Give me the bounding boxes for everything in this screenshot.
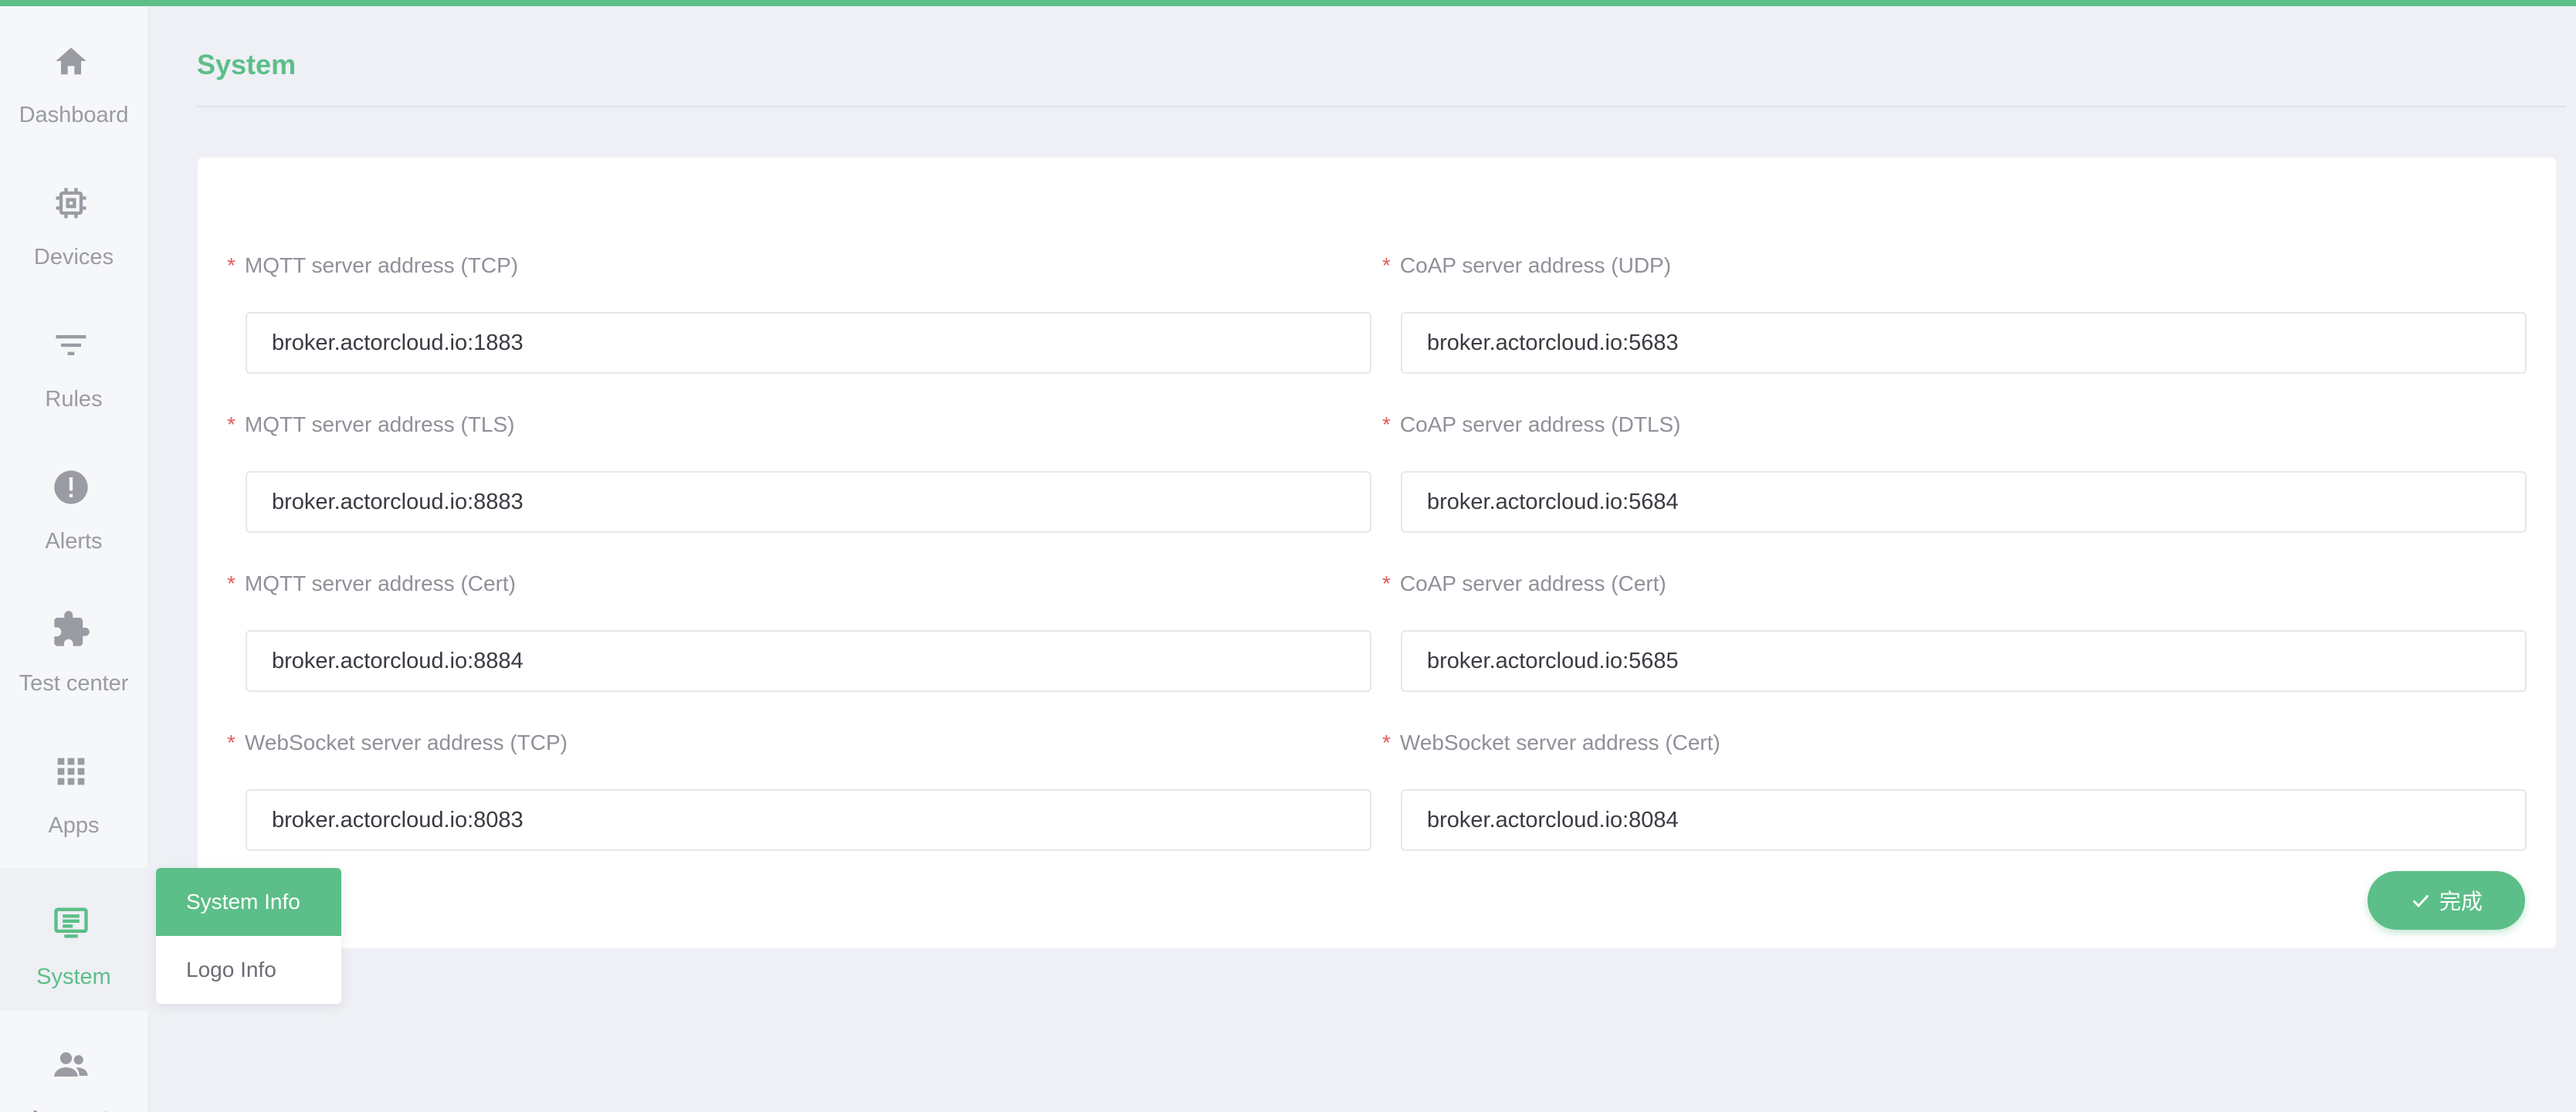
form-field-mqtt-tls: * MQTT server address (TLS) [227,411,1371,542]
field-label: * WebSocket server address (Cert) [1382,731,1720,754]
filter-icon [51,325,91,365]
form-field-coap-dtls: * CoAP server address (DTLS) [1382,411,2527,542]
sidebar-item-devices[interactable]: Devices [0,148,147,290]
sidebar-item-dashboard[interactable]: Dashboard [0,6,147,148]
sidebar-item-accounts[interactable]: Accounts [0,1010,147,1112]
done-button-label: 完成 [2439,889,2483,914]
sidebar-item-rules[interactable]: Rules [0,290,147,432]
form-field-mqtt-tcp: * MQTT server address (TCP) [227,252,1371,383]
sidebar-item-label: Apps [48,813,100,838]
field-label: * WebSocket server address (TCP) [227,731,568,754]
chip-icon [51,183,91,223]
required-mark: * [227,412,236,436]
sidebar-item-label: Devices [33,245,114,270]
websocket-cert-address-input[interactable] [1401,789,2527,851]
field-label: * MQTT server address (TLS) [227,412,515,436]
sidebar: Dashboard Devices Rules Alerts Test cent… [0,6,147,1112]
sidebar-item-alerts[interactable]: Alerts [0,432,147,575]
system-settings-card: *MQTT server address (TCP) *CoAP server … [198,158,2556,948]
submenu-item-system-info[interactable]: System Info [156,868,341,936]
apps-grid-icon [51,751,91,792]
field-label: * MQTT server address (Cert) [227,571,516,595]
home-icon [51,41,91,81]
sidebar-item-label: Test center [19,671,129,696]
alert-icon [51,467,91,507]
sidebar-item-label: System [36,965,111,989]
coap-udp-address-input[interactable] [1401,312,2527,374]
sidebar-item-label: Rules [45,387,103,412]
sidebar-item-apps[interactable]: Apps [0,717,147,859]
required-mark: * [1382,731,1391,754]
top-accent-bar [0,0,2576,6]
required-mark: * [1382,412,1391,436]
sidebar-item-label: Accounts [0,1106,147,1112]
form-field-websocket-tcp: * WebSocket server address (TCP) [227,729,1371,860]
page-title: System [197,49,297,80]
form-field-coap-cert: * CoAP server address (Cert) [1382,570,2527,701]
form-field-websocket-cert: * WebSocket server address (Cert) [1382,729,2527,860]
sidebar-item-label: Alerts [45,529,103,554]
sidebar-item-test-center[interactable]: Test center [0,575,147,717]
monitor-icon [51,903,91,943]
required-mark: * [1382,253,1391,277]
mqtt-cert-address-input[interactable] [246,630,1371,692]
check-icon [2410,890,2432,911]
field-label: * CoAP server address (Cert) [1382,571,1666,595]
required-mark: * [1382,571,1391,595]
mqtt-tls-address-input[interactable] [246,471,1371,533]
done-button[interactable]: 完成 [2368,871,2525,930]
websocket-tcp-address-input[interactable] [246,789,1371,851]
field-label: * CoAP server address (UDP) [1382,253,1672,277]
required-mark: * [227,731,236,754]
required-mark: * [227,571,236,595]
mqtt-tcp-address-input[interactable] [246,312,1371,374]
submenu-item-logo-info[interactable]: Logo Info [156,936,341,1004]
field-label: * CoAP server address (DTLS) [1382,412,1681,436]
form-field-mqtt-cert: * MQTT server address (Cert) [227,570,1371,701]
header-divider [197,106,2566,107]
form-field-coap-udp: * CoAP server address (UDP) [1382,252,2527,383]
puzzle-icon [51,609,91,649]
system-submenu: System Info Logo Info [156,868,341,1004]
coap-cert-address-input[interactable] [1401,630,2527,692]
field-label: * MQTT server address (TCP) [227,253,519,277]
required-mark: * [227,253,236,277]
people-icon [51,1045,91,1085]
sidebar-item-system[interactable]: System [0,868,147,1010]
sidebar-item-label: Dashboard [19,103,129,127]
coap-dtls-address-input[interactable] [1401,471,2527,533]
